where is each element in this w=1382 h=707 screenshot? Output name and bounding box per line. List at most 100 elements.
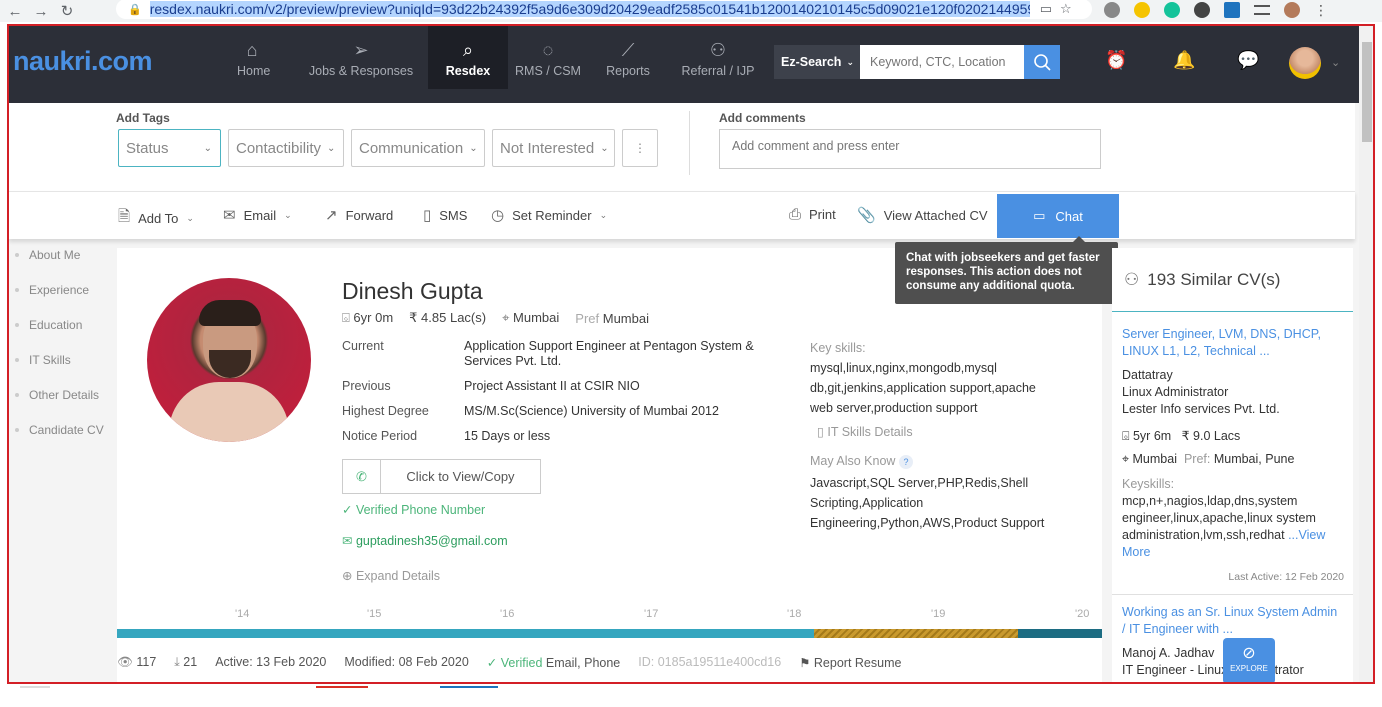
side-candidate-cv[interactable]: Candidate CV [15,423,115,437]
page-scrollbar[interactable] [1359,26,1373,682]
candidate-summary: ⌺ 6yr 0m ₹ 4.85 Lac(s) ⌖ Mumbai Pref Mum… [342,310,649,326]
side-experience[interactable]: Experience [15,283,115,297]
url-text[interactable]: resdex.naukri.com/v2/preview/preview?uni… [149,1,1030,17]
grammarly-icon[interactable] [1164,2,1180,18]
expand-circle-icon: ⊕ [342,569,356,583]
taskbar-item[interactable] [440,686,498,707]
similar-cv-role: Linux Administrator [1122,385,1229,399]
sim-exp: 5yr 6m [1132,429,1172,443]
sms-button[interactable]: ▯ SMS [423,206,467,224]
bookmark-star-icon[interactable]: ▭☆ [1040,1,1080,17]
back-icon[interactable]: ← [4,3,26,20]
communication-dropdown[interactable]: Communication ⌄ [351,129,485,167]
bell-icon[interactable]: 🔔 [1173,50,1195,71]
nav-reports-label: Reports [606,64,650,78]
more-tags-button[interactable]: ⋮ [622,129,658,167]
search-button[interactable] [1024,45,1060,79]
similar-cv-meta: ⌺ 5yr 6m ₹ 9.0 Lacs [1122,428,1344,445]
chevron-down-icon[interactable]: ⌄ [1331,56,1340,69]
add-to-button[interactable]: 🗎 Add To ⌄ [118,206,194,231]
view-phone-button[interactable]: ✆ Click to View/Copy [342,459,541,494]
nav-rms-csm[interactable]: ◌ RMS / CSM [514,40,582,103]
expand-details-button[interactable]: ⊕ Expand Details [342,568,440,583]
timeline-segment-previous[interactable] [117,629,814,638]
chat-bubble-icon: ▭ [1033,208,1046,223]
lock-icon: 🔒 [128,3,142,16]
similar-cv-location: ⌖ Mumbai Pref: Mumbai, Pune [1122,451,1344,468]
candidate-email[interactable]: ✉ guptadinesh35@gmail.com [342,533,508,548]
not-interested-dropdown[interactable]: Not Interested ⌄ [492,129,615,167]
nav-rms-label: RMS / CSM [515,64,581,78]
nav-resdex[interactable]: ⌕ Resdex [428,26,508,89]
dot-icon [15,323,19,327]
set-reminder-button[interactable]: ◷ Set Reminder ⌄ [491,206,607,224]
notice-label: Notice Period [342,429,418,443]
report-resume-link[interactable]: ⚑ Report Resume [799,655,901,670]
extension-icon[interactable] [1134,2,1150,18]
extension-icon[interactable] [1104,2,1120,18]
help-icon[interactable]: ? [898,455,913,469]
uipath-icon[interactable] [1224,2,1240,18]
similar-cv-headline[interactable]: Server Engineer, LVM, DNS, DHCP, LINUX L… [1122,326,1344,360]
key-skills-value: mysql,linux,nginx,mongodb,mysql db,git,j… [810,361,1036,415]
reload-icon[interactable]: ↻ [56,2,78,20]
contactibility-dropdown[interactable]: Contactibility ⌄ [228,129,344,167]
sim-keyskills-label: Keyskills: [1122,477,1175,491]
nav-referral-ijp[interactable]: ⚇ Referral / IJP [679,40,757,103]
timeline-segment-gap[interactable] [814,629,1018,638]
view-attached-cv-label: View Attached CV [883,207,988,223]
ez-search-dropdown[interactable]: Ez-Search ⌄ [774,45,860,79]
side-education[interactable]: Education [15,318,115,332]
alarm-clock-icon[interactable]: ⏰ [1105,50,1127,71]
more-icon[interactable]: ⋮ [1314,2,1328,19]
chevron-down-icon: ⌄ [599,209,608,220]
side-about-me[interactable]: About Me [15,248,115,262]
scrollbar-thumb[interactable] [1362,42,1372,142]
nav-home[interactable]: ⌂ Home [237,40,270,103]
similar-cv-card[interactable]: Server Engineer, LVM, DNS, DHCP, LINUX L… [1122,326,1344,586]
naukri-logo[interactable]: naukri.com [13,46,153,77]
search-input[interactable] [860,45,1024,79]
print-button[interactable]: ⎙ Print [789,206,836,223]
it-skills-link[interactable]: ▯ IT Skills Details [817,424,913,439]
side-other-details[interactable]: Other Details [15,388,115,402]
profile-avatar-icon[interactable] [1284,2,1300,18]
address-bar[interactable]: 🔒 resdex.naukri.com/v2/preview/preview?u… [116,0,1092,19]
taskbar-item[interactable] [20,686,50,707]
timeline-segment-current[interactable] [1018,629,1102,638]
rms-icon: ◌ [542,40,554,60]
similar-cv-name: Dattatray [1122,368,1173,382]
nav-reports[interactable]: ⟋ Reports [604,40,652,103]
add-comments-title: Add comments [719,111,806,125]
explore-button[interactable]: ⊘ EXPLORE [1223,638,1275,682]
expand-label: Expand Details [355,569,441,583]
check-icon: ✓ [486,655,501,670]
add-document-icon: 🗎 [118,208,131,225]
nav-jobs-responses[interactable]: ➢ Jobs & Responses [306,40,416,103]
taskbar-item[interactable] [316,686,368,707]
comment-textarea[interactable]: Add comment and press enter [719,129,1101,169]
message-icon[interactable]: 💬 [1237,50,1259,71]
current-value: Application Support Engineer at Pentagon… [464,339,754,368]
side-it-skills[interactable]: IT Skills [15,353,115,367]
email-label: Email [243,207,277,223]
mobile-phone-icon: ▯ [423,207,432,224]
email-button[interactable]: ✉ Email ⌄ [223,206,292,224]
users-icon: ⚇ [709,40,727,60]
may-also-know-label: May Also Know ? [810,454,913,469]
similar-cv-headline[interactable]: Working as an Sr. Linux System Admin / I… [1122,604,1344,638]
verified-phone: ✓ Verified Phone Number [342,502,485,517]
extension-icon[interactable] [1194,2,1210,18]
download-icon: ⤓ [174,654,184,669]
extension-icons: ⋮ [1104,0,1328,20]
view-attached-cv-button[interactable]: 📎 View Attached CV [857,206,988,224]
status-dropdown[interactable]: Status ⌄ [118,129,221,167]
forward-icon[interactable]: → [30,3,52,20]
candidate-name: Dinesh Gupta [342,278,483,304]
menu-icon[interactable] [1254,5,1270,15]
explore-label: EXPLORE [1230,664,1268,673]
forward-button[interactable]: ↗ Forward [325,206,393,224]
user-avatar[interactable] [1289,47,1321,79]
side-label: Experience [29,283,90,297]
chat-button[interactable]: ▭ Chat [997,194,1119,238]
